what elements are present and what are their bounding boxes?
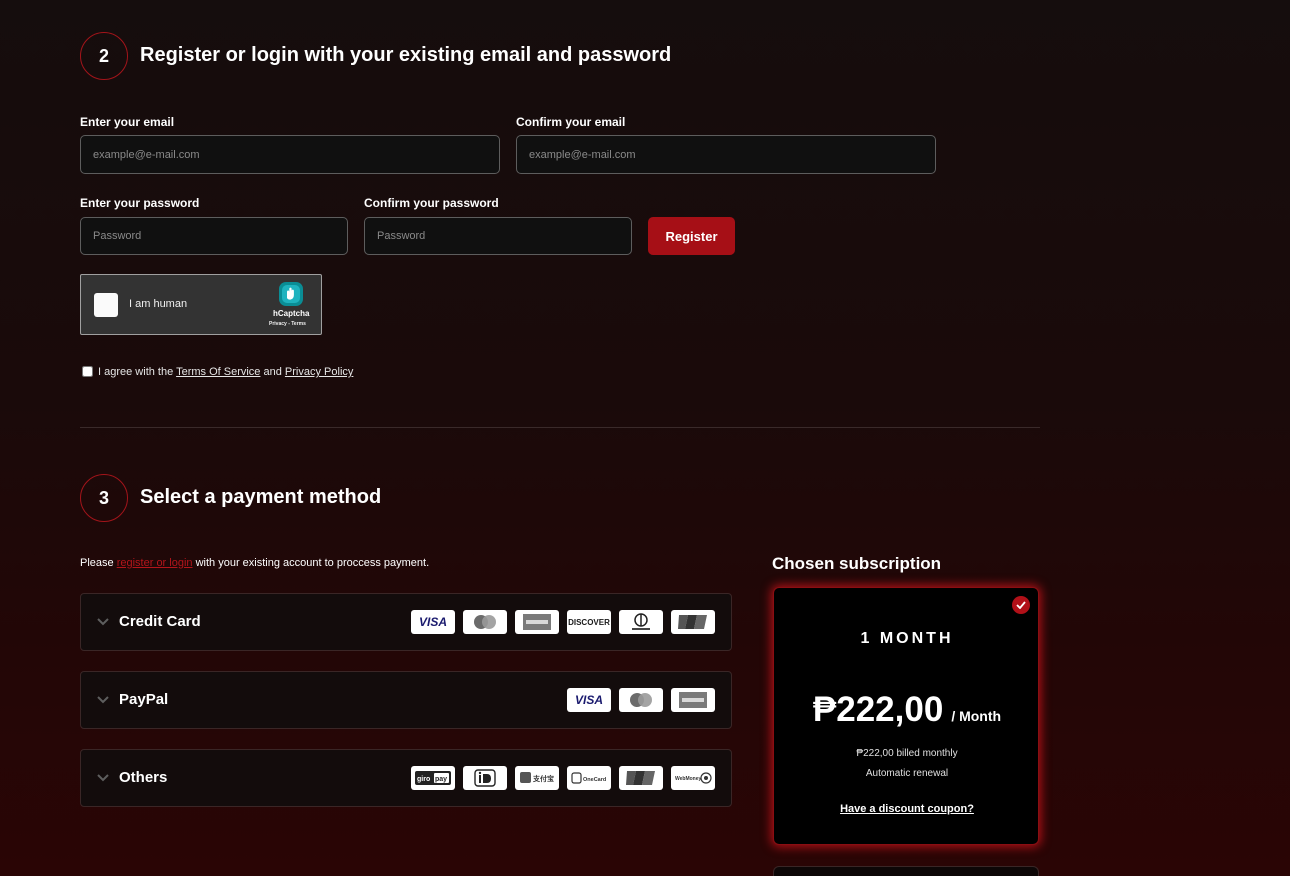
captcha-links: Privacy - Terms: [269, 321, 306, 327]
captcha-terms-link[interactable]: Terms: [291, 321, 306, 327]
alipay-icon: 支付宝: [515, 766, 559, 790]
mastercard-icon: [463, 610, 507, 634]
password-input[interactable]: [80, 217, 348, 255]
agree-prefix: I agree with the: [98, 366, 174, 378]
price-line: ₱222,00 / Month: [774, 690, 1040, 730]
giropay-icon: giro pay: [411, 766, 455, 790]
notice-suffix: with your existing account to proccess p…: [195, 557, 430, 569]
register-section-title: Register or login with your existing ema…: [140, 44, 672, 66]
register-button[interactable]: Register: [648, 217, 735, 255]
chevron-down-icon: [97, 692, 109, 707]
step-2-badge: 2: [80, 32, 128, 80]
billing-info: ₱222,00 billed monthly: [856, 748, 958, 759]
logo-text: VISA: [574, 693, 603, 707]
step-number: 3: [98, 487, 109, 508]
step-3-badge: 3: [80, 474, 128, 522]
webmoney-icon: WebMoney: [671, 766, 715, 790]
unionpay-icon: [619, 766, 663, 790]
visa-icon: VISA: [567, 688, 611, 712]
captcha-separator: -: [288, 321, 290, 327]
payment-method-paypal[interactable]: PayPal VISA: [80, 671, 732, 729]
email-input[interactable]: [80, 135, 500, 174]
payment-method-others[interactable]: Others giro pay 支付宝 OneCard WebMoney: [80, 749, 732, 807]
notice-prefix: Please: [80, 557, 114, 569]
visa-icon: VISA: [411, 610, 455, 634]
chevron-down-icon: [97, 614, 109, 629]
logo-text: DISCOVER: [568, 617, 610, 627]
payment-method-label: Others: [119, 769, 168, 786]
subscription-card[interactable]: 1 MONTH ₱222,00 / Month ₱222,00 billed m…: [773, 587, 1039, 845]
agree-checkbox[interactable]: [82, 366, 93, 377]
chevron-down-icon: [97, 770, 109, 785]
next-subscription-card[interactable]: [773, 866, 1039, 876]
payment-method-label: Credit Card: [119, 613, 201, 630]
ideal-icon: [463, 766, 507, 790]
svg-text:giro: giro: [417, 776, 430, 783]
section-divider: [80, 427, 1040, 428]
step-number: 2: [98, 45, 109, 66]
agree-text: I agree with the Terms Of Service and Pr…: [98, 366, 353, 378]
register-or-login-link[interactable]: register or login: [117, 557, 193, 569]
confirm-email-input[interactable]: [516, 135, 936, 174]
coupon-wrapper: Have a discount coupon?: [774, 799, 1040, 817]
captcha-label: I am human: [129, 298, 188, 310]
payment-method-credit-card[interactable]: Credit Card VISA DISCOVER: [80, 593, 732, 651]
chosen-subscription-heading: Chosen subscription: [772, 554, 942, 573]
discount-coupon-link[interactable]: Have a discount coupon?: [840, 803, 974, 815]
payment-notice: Please register or login with your exist…: [80, 557, 429, 569]
captcha-brand: hCaptcha: [273, 309, 310, 318]
paypal-logos: VISA: [567, 688, 715, 712]
confirm-password-input[interactable]: [364, 217, 632, 255]
svg-text:pay: pay: [435, 776, 447, 783]
agree-and: and: [263, 366, 282, 378]
amex-icon: [515, 610, 559, 634]
password-label: Enter your password: [80, 196, 200, 210]
others-logos: giro pay 支付宝 OneCard WebMoney: [411, 766, 715, 790]
svg-text:支付宝: 支付宝: [532, 774, 554, 783]
captcha-widget: I am human hCaptcha Privacy - Terms: [80, 274, 322, 335]
confirm-password-label: Confirm your password: [364, 196, 499, 210]
unionpay-icon: [671, 610, 715, 634]
plan-price: ₱222,00: [812, 690, 944, 729]
amex-icon: [671, 688, 715, 712]
diners-club-icon: [619, 610, 663, 634]
discover-icon: DISCOVER: [567, 610, 611, 634]
onecard-icon: OneCard: [567, 766, 611, 790]
email-label: Enter your email: [80, 115, 175, 129]
payment-section-title: Select a payment method: [140, 486, 382, 508]
renewal-info: Automatic renewal: [865, 768, 949, 779]
plan-name: 1 MONTH: [860, 630, 954, 647]
captcha-privacy-link[interactable]: Privacy: [269, 321, 287, 327]
plan-period: / Month: [951, 708, 1002, 724]
mastercard-icon: [619, 688, 663, 712]
payment-method-label: PayPal: [119, 691, 169, 708]
terms-of-service-link[interactable]: Terms Of Service: [176, 366, 260, 378]
privacy-policy-link[interactable]: Privacy Policy: [285, 366, 353, 378]
hcaptcha-logo-icon: [278, 281, 304, 307]
logo-text: VISA: [418, 615, 447, 629]
credit-card-logos: VISA DISCOVER: [411, 610, 715, 634]
selected-check-icon: [1012, 596, 1030, 614]
confirm-email-label: Confirm your email: [516, 115, 626, 129]
svg-text:WebMoney: WebMoney: [675, 776, 702, 782]
captcha-checkbox[interactable]: [94, 293, 118, 317]
svg-text:OneCard: OneCard: [583, 777, 606, 783]
